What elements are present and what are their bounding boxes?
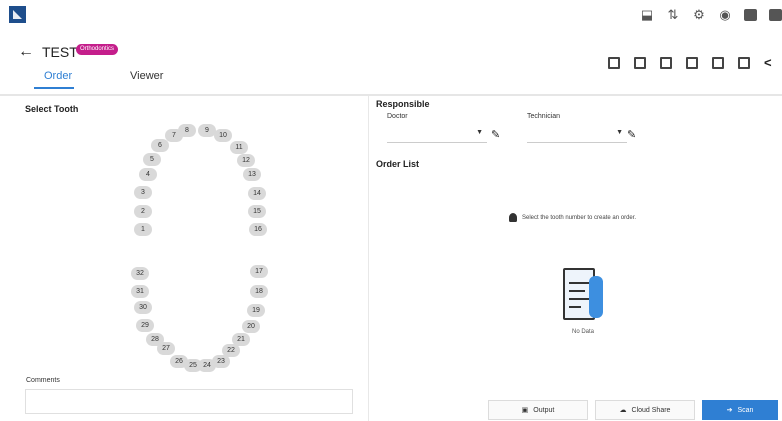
order-hint: Select the tooth number to create an ord…	[509, 213, 636, 222]
window-controls: ⬓ ⇅ ⚙ ◉	[640, 6, 782, 24]
cloud-share-button[interactable]: ☁ Cloud Share	[595, 400, 695, 420]
image-icon[interactable]	[608, 57, 620, 69]
cloud-icon: ☁	[619, 407, 627, 414]
save-icon[interactable]	[686, 57, 698, 69]
tooth-31[interactable]: 31	[131, 285, 149, 298]
title-bar: ⬓ ⇅ ⚙ ◉	[0, 0, 782, 34]
tooth-12[interactable]: 12	[237, 154, 255, 167]
tooth-20[interactable]: 20	[242, 320, 260, 333]
tooth-1[interactable]: 1	[134, 223, 152, 236]
tooth-19[interactable]: 19	[247, 304, 265, 317]
comments-label: Comments	[26, 377, 60, 384]
tab-viewer[interactable]: Viewer	[130, 70, 163, 82]
chevron-down-icon: ▼	[476, 129, 483, 136]
mail-icon[interactable]	[738, 57, 750, 69]
tooth-10[interactable]: 10	[214, 129, 232, 142]
tooth-13[interactable]: 13	[243, 168, 261, 181]
select-tooth-panel: Select Tooth 1 2 3 4 5 6 7 8 9 10 11 12 13 14 15 16 17 18…	[18, 96, 366, 421]
minimize-icon[interactable]	[744, 9, 757, 21]
case-type-badge: Orthodontics	[76, 44, 119, 55]
person-icon	[589, 276, 603, 318]
chevron-down-icon: ▼	[616, 129, 623, 136]
tooth-14[interactable]: 14	[248, 187, 266, 200]
technician-select[interactable]: ▼	[527, 125, 627, 143]
output-icon: ▣	[521, 407, 529, 414]
export-icon[interactable]: ⬓	[640, 8, 654, 22]
order-panel: Responsible Doctor Technician ▼ ✎ ▼ ✎ Or…	[368, 96, 782, 421]
tooth-2[interactable]: 2	[134, 205, 152, 218]
arrow-right-icon: ➔	[726, 407, 733, 414]
print-icon[interactable]	[712, 57, 724, 69]
tooth-15[interactable]: 15	[248, 205, 266, 218]
tooth-32[interactable]: 32	[131, 267, 149, 280]
folder-icon[interactable]	[634, 57, 646, 69]
scan-label: Scan	[737, 406, 754, 414]
output-button[interactable]: ▣ Output	[488, 400, 588, 420]
comments-input[interactable]	[25, 389, 353, 414]
app-logo-icon	[9, 6, 26, 23]
transfer-icon[interactable]: ⇅	[666, 8, 680, 22]
tooth-8[interactable]: 8	[178, 124, 196, 137]
cloud-share-label: Cloud Share	[631, 406, 671, 414]
order-list-title: Order List	[376, 159, 420, 169]
tooth-26[interactable]: 26	[170, 355, 188, 368]
account-icon[interactable]: ◉	[718, 8, 732, 22]
doctor-label: Doctor	[387, 113, 408, 120]
technician-label: Technician	[527, 113, 561, 120]
tooth-4[interactable]: 4	[139, 168, 157, 181]
doctor-select[interactable]: ▼	[387, 125, 487, 143]
tooth-18[interactable]: 18	[250, 285, 268, 298]
tooth-11[interactable]: 11	[230, 141, 248, 154]
share-icon[interactable]: <	[764, 56, 776, 69]
output-label: Output	[533, 406, 555, 414]
tooth-3[interactable]: 3	[134, 186, 152, 199]
document-icon[interactable]	[660, 57, 672, 69]
close-icon[interactable]	[769, 9, 782, 21]
select-tooth-title: Select Tooth	[25, 104, 79, 114]
edit-doctor-icon[interactable]: ✎	[491, 128, 500, 141]
tooth-30[interactable]: 30	[134, 301, 152, 314]
active-tab-indicator	[34, 87, 74, 89]
order-hint-text: Select the tooth number to create an ord…	[522, 214, 637, 221]
scan-button[interactable]: ➔ Scan	[702, 400, 778, 420]
page-header: ← TEST Orthodontics Order Viewer <	[0, 34, 782, 94]
responsible-title: Responsible	[376, 99, 430, 109]
lightbulb-icon	[509, 213, 517, 222]
settings-gear-icon[interactable]: ⚙	[692, 8, 706, 22]
tooth-16[interactable]: 16	[249, 223, 267, 236]
toolbar-actions: <	[608, 56, 776, 69]
patient-name: TEST	[42, 44, 78, 60]
edit-technician-icon[interactable]: ✎	[627, 128, 636, 141]
empty-state-text: No Data	[572, 329, 595, 335]
tooth-17[interactable]: 17	[250, 265, 268, 278]
tab-order[interactable]: Order	[44, 70, 72, 82]
empty-state-illustration	[559, 264, 609, 326]
tooth-5[interactable]: 5	[143, 153, 161, 166]
tooth-6[interactable]: 6	[151, 139, 169, 152]
tooth-28[interactable]: 28	[146, 333, 164, 346]
back-arrow-icon[interactable]: ←	[18, 43, 34, 61]
tooth-29[interactable]: 29	[136, 319, 154, 332]
